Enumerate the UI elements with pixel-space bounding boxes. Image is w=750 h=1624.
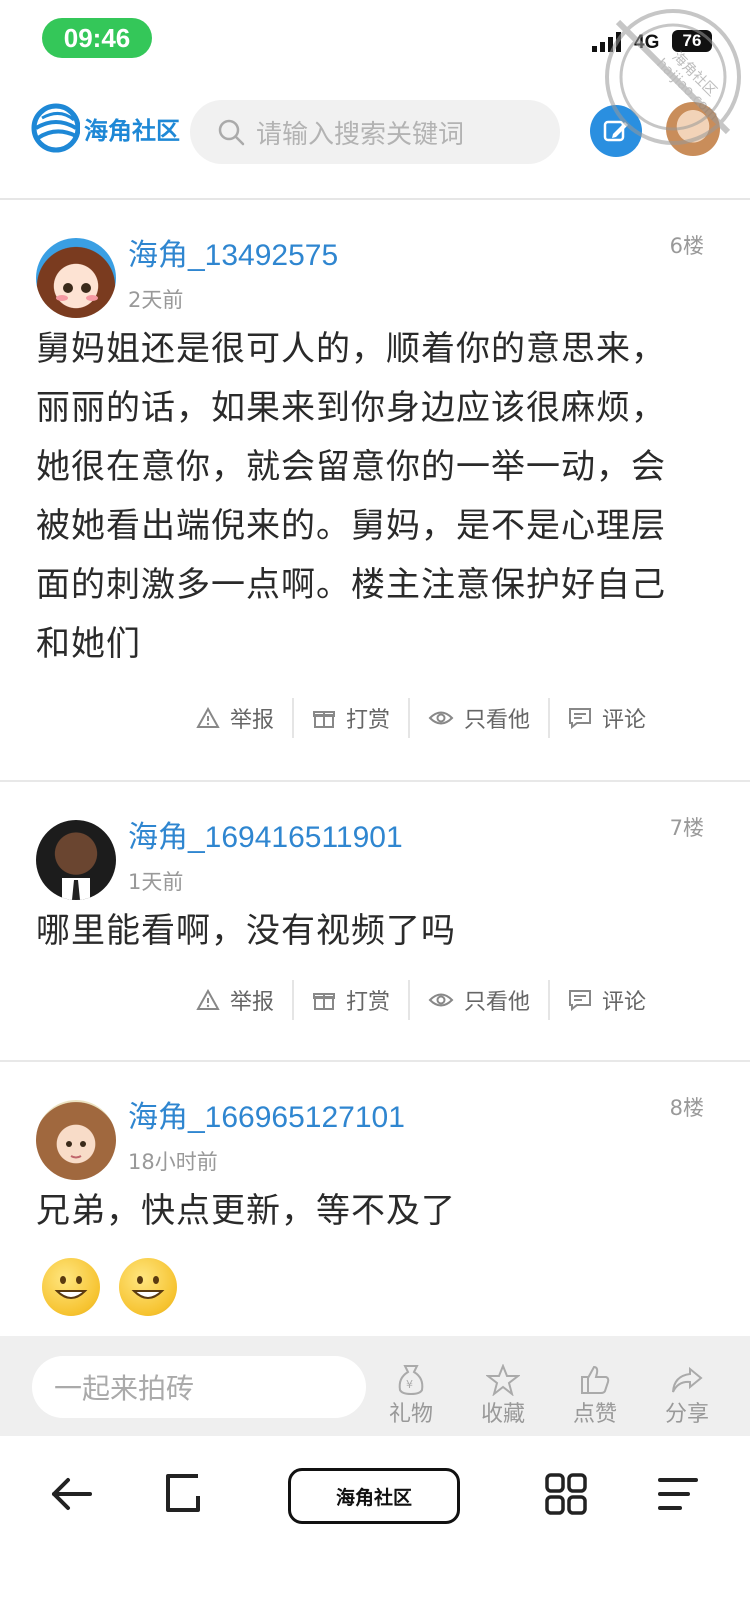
- eye-icon: [428, 993, 454, 1007]
- grin-emoji-icon: [119, 1258, 178, 1316]
- post-time: 18小时前: [128, 1150, 218, 1174]
- star-icon: [486, 1364, 520, 1396]
- post-content: 舅妈姐还是很可人的，顺着你的意思来，丽丽的话，如果来到你身边应该很麻烦，她很在意…: [36, 329, 666, 664]
- gift-label: 礼物: [388, 1402, 433, 1427]
- status-time: 09:46: [42, 18, 152, 58]
- floor-number: 8楼: [669, 1096, 704, 1120]
- search-placeholder: 请输入搜索关键词: [256, 119, 465, 150]
- search-icon: [218, 119, 245, 146]
- tabs-button[interactable]: [154, 1464, 214, 1524]
- comment-button[interactable]: 评论: [548, 980, 664, 1020]
- reward-label: 打赏: [346, 990, 391, 1015]
- reward-button[interactable]: 打赏: [292, 698, 408, 738]
- share-arrow-icon: [672, 1366, 703, 1393]
- post-content: 哪里能看啊，没有视频了吗: [36, 911, 456, 951]
- reward-label: 打赏: [346, 708, 391, 733]
- post-floor-6: 海角_13492575 2天前 6楼 舅妈姐还是很可人的，顺着你的意思来，丽丽的…: [0, 200, 750, 780]
- globe-logo-icon: [31, 103, 80, 153]
- favorite-button[interactable]: 收藏: [468, 1344, 538, 1428]
- post-username[interactable]: 海角_169416511901: [128, 812, 403, 856]
- post-content: 兄弟，快点更新，等不及了: [36, 1191, 456, 1231]
- girl-photo-avatar: [66, 1141, 86, 1159]
- post-username[interactable]: 海角_166965127101: [128, 1092, 405, 1136]
- back-arrow-icon: [52, 1478, 92, 1510]
- comment-icon: [569, 990, 592, 1011]
- emoji-row: [42, 1258, 191, 1316]
- site-address-pill[interactable]: 海角社区: [288, 1468, 460, 1524]
- post-username[interactable]: 海角_13492575: [128, 230, 338, 274]
- comment-label: 评论: [602, 708, 647, 733]
- comment-label: 评论: [602, 990, 647, 1015]
- avatar[interactable]: [36, 1100, 116, 1180]
- only-him-label: 只看他: [464, 990, 531, 1015]
- comment-button[interactable]: 评论: [548, 698, 664, 738]
- grid-menu-button[interactable]: [536, 1464, 596, 1524]
- share-button[interactable]: 分享: [652, 1344, 722, 1428]
- post-actions: 举报 打赏 只看他 评论: [196, 980, 716, 1020]
- report-label: 举报: [230, 708, 275, 733]
- gift-icon: [313, 993, 336, 1010]
- post-time: 2天前: [128, 288, 184, 312]
- man-portrait-avatar: [62, 878, 90, 900]
- svg-text:¥: ¥: [406, 1378, 413, 1391]
- site-logo[interactable]: 海角社区: [30, 98, 180, 158]
- report-label: 举报: [230, 990, 275, 1015]
- report-button[interactable]: 举报: [196, 698, 292, 738]
- eye-icon: [428, 711, 454, 725]
- gift-button[interactable]: ¥ 礼物: [376, 1344, 446, 1428]
- floor-number: 7楼: [669, 816, 704, 840]
- header: 海角社区 请输入搜索关键词 haijiao.com 海角社区: [0, 9, 750, 200]
- only-him-button[interactable]: 只看他: [408, 980, 548, 1020]
- favorite-label: 收藏: [480, 1402, 525, 1427]
- menu-lines-icon: [658, 1478, 698, 1510]
- tabs-icon: [166, 1474, 200, 1512]
- warning-icon: [196, 989, 220, 1010]
- comment-input[interactable]: 一起来拍砖: [32, 1356, 366, 1418]
- cartoon-girl-avatar: [56, 283, 98, 301]
- back-button[interactable]: [42, 1464, 102, 1524]
- floor-number: 6楼: [669, 234, 704, 258]
- search-input[interactable]: 请输入搜索关键词: [190, 100, 560, 164]
- comment-placeholder: 一起来拍砖: [54, 1372, 195, 1405]
- menu-button[interactable]: [648, 1464, 708, 1524]
- grin-emoji-icon: [42, 1258, 100, 1316]
- like-button[interactable]: 点赞: [560, 1344, 630, 1428]
- logo-text: 海角社区: [84, 115, 180, 145]
- avatar[interactable]: [36, 820, 116, 900]
- avatar[interactable]: [36, 238, 116, 318]
- share-label: 分享: [664, 1402, 709, 1427]
- post-floor-7: 海角_169416511901 1天前 7楼 哪里能看啊，没有视频了吗 举报 打…: [0, 782, 750, 1062]
- comment-bar: 一起来拍砖 ¥ 礼物 收藏 点赞 分享: [0, 1336, 750, 1436]
- report-button[interactable]: 举报: [196, 980, 292, 1020]
- post-actions: 举报 打赏 只看他 评论: [196, 698, 716, 738]
- money-bag-icon: ¥: [398, 1365, 424, 1396]
- warning-icon: [196, 707, 220, 728]
- post-floor-8: 海角_166965127101 18小时前 8楼 兄弟，快点更新，等不及了: [0, 1062, 750, 1336]
- watermark-stamp: haijiao.com 海角社区: [605, 9, 741, 145]
- post-time: 1天前: [128, 870, 184, 894]
- reward-button[interactable]: 打赏: [292, 980, 408, 1020]
- only-him-button[interactable]: 只看他: [408, 698, 548, 738]
- only-him-label: 只看他: [464, 708, 531, 733]
- comment-icon: [569, 708, 592, 729]
- like-label: 点赞: [572, 1402, 617, 1427]
- gift-icon: [313, 711, 336, 728]
- browser-nav: 海角社区: [0, 1436, 750, 1556]
- grid-icon: [545, 1473, 587, 1515]
- thumbs-up-icon: [581, 1365, 610, 1394]
